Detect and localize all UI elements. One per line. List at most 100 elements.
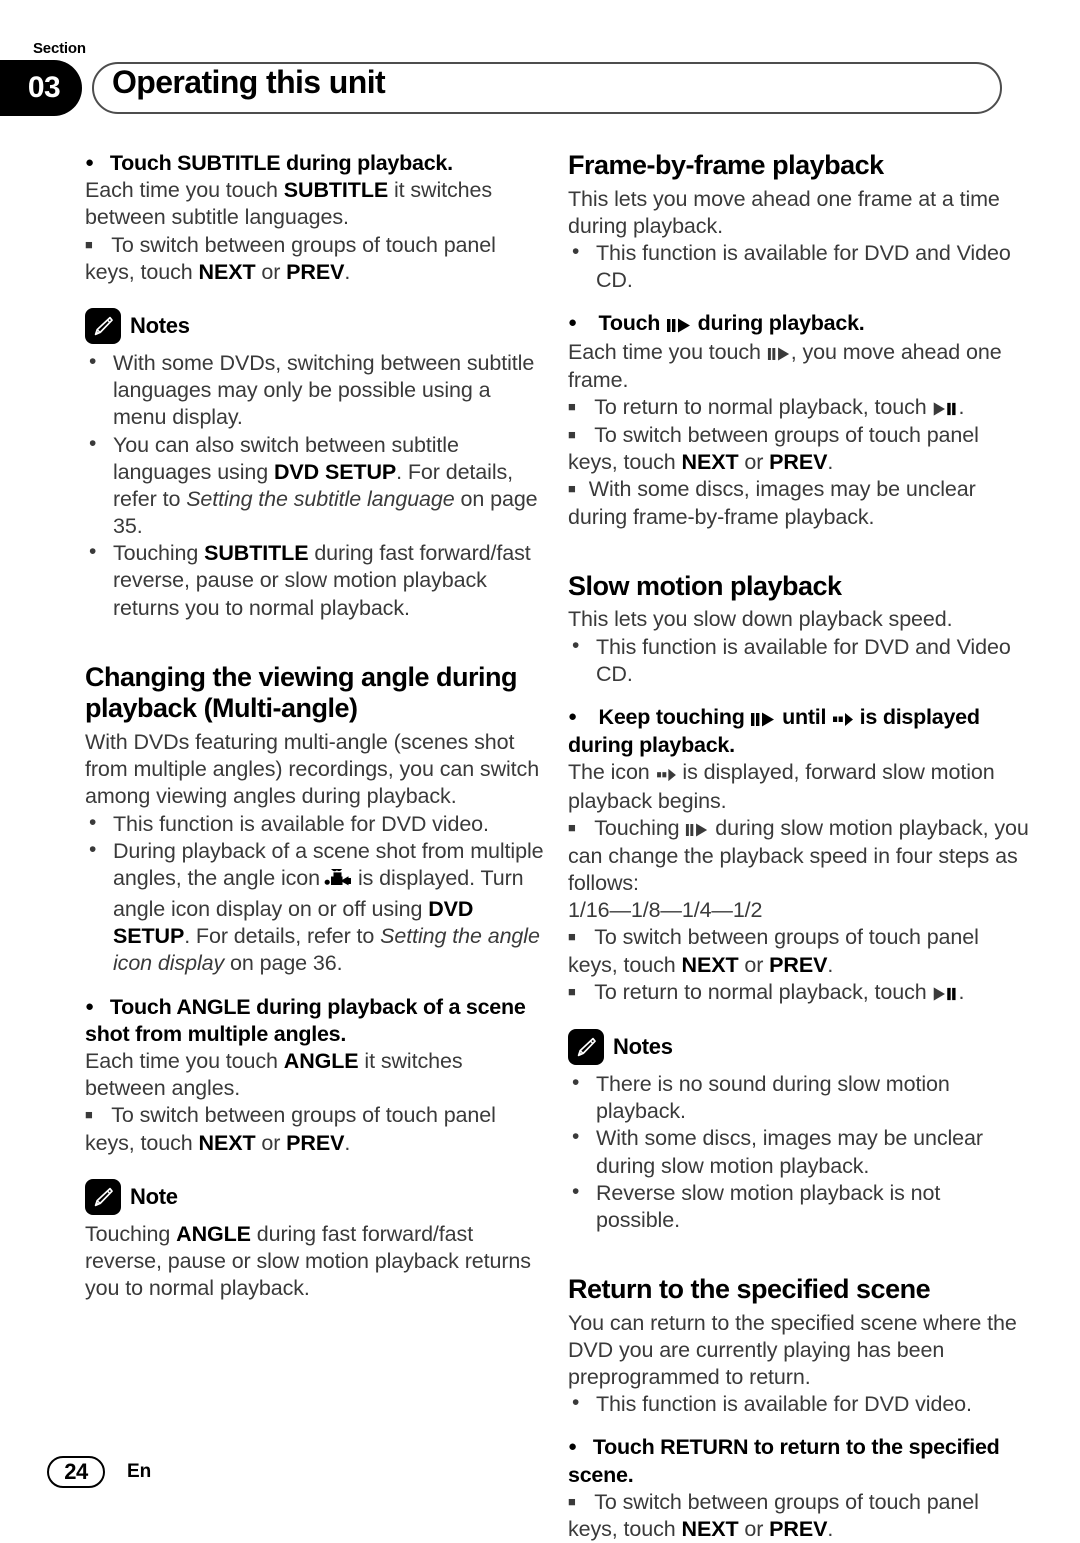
list-item: This function is available for DVD video… (568, 1390, 1030, 1418)
left-column: Touch SUBTITLE during playback. Each tim… (85, 150, 547, 1302)
slow-body: The icon is displayed, forward slow moti… (568, 759, 1030, 814)
slow-return-text: To return to normal playback, touch (594, 979, 927, 1004)
slow-speed-text-a: Touching (594, 815, 680, 840)
list-item: With some DVDs, switching between subtit… (85, 349, 547, 432)
pencil-icon (85, 307, 121, 344)
angle-bullets: This function is available for DVD video… (85, 810, 547, 978)
section-number: 03 (27, 71, 61, 104)
frame-action-heading: Touch during playback. (568, 310, 1030, 338)
next-key: NEXT (198, 259, 256, 284)
prev-key: PREV (769, 952, 828, 977)
page-footer: 24 En (47, 1456, 151, 1488)
frame-switch-note: To switch between groups of touch panel … (568, 422, 1030, 476)
subtitle-switch-note: To switch between groups of touch panel … (85, 232, 547, 286)
angle-keyword: ANGLE (283, 1049, 359, 1074)
or-text: or (255, 1130, 287, 1155)
pause-play-icon (750, 705, 776, 732)
notes-label: Notes (613, 1034, 673, 1060)
pencil-icon (85, 1178, 121, 1215)
slow-speed-values: 1/16—1/8—1/4—1/2 (568, 898, 763, 923)
frame-return-text: To return to normal playback, touch (594, 394, 927, 419)
frame-body-text-a: Each time you touch (568, 339, 761, 364)
pencil-icon (568, 1029, 604, 1066)
subtitle-body: Each time you touch SUBTITLE it switches… (85, 177, 547, 231)
frame-action-text-a: Touch (598, 311, 661, 336)
slow-return-note: To return to normal playback, touch . (568, 979, 1030, 1007)
return-intro: You can return to the specified scene wh… (568, 1310, 1017, 1390)
subtitle-keyword: SUBTITLE (283, 178, 389, 203)
notes-label: Notes (130, 312, 190, 338)
return-switch-note: To switch between groups of touch panel … (568, 1489, 1030, 1543)
slow-switch-note: To switch between groups of touch panel … (568, 924, 1030, 978)
list-item: This function is available for DVD video… (85, 810, 547, 838)
or-text: or (738, 952, 770, 977)
section-label: Section (33, 40, 86, 57)
slow-forward-icon (656, 760, 677, 787)
slow-section-heading: Slow motion playback (568, 570, 842, 601)
frame-action-text-b: during playback. (697, 311, 865, 336)
return-bullets: This function is available for DVD video… (568, 1390, 1030, 1418)
next-key: NEXT (681, 450, 739, 475)
slow-notes-list: There is no sound during slow motion pla… (568, 1070, 1030, 1234)
note-label: Note (130, 1183, 178, 1209)
note-badge: Note (85, 1178, 547, 1215)
slow-action-text-a: Keep touching (598, 704, 745, 729)
or-text: or (738, 1517, 770, 1542)
next-key: NEXT (198, 1130, 256, 1155)
frame-return-note: To return to normal playback, touch . (568, 394, 1030, 422)
page-title: Operating this unit (112, 64, 386, 100)
angle-keyword: ANGLE (176, 1221, 251, 1246)
list-item: This function is available for DVD and V… (568, 633, 1030, 688)
page-number: 24 (64, 1459, 88, 1484)
angle-action-heading: Touch ANGLE during playback of a scene s… (85, 994, 547, 1048)
prev-key: PREV (286, 1130, 345, 1155)
frame-bullets: This function is available for DVD and V… (568, 239, 1030, 294)
movie-camera-icon (324, 862, 354, 896)
slow-forward-icon (832, 705, 854, 732)
notes-badge: Notes (85, 307, 547, 344)
angle-note-text: Touching ANGLE during fast forward/fast … (85, 1221, 531, 1301)
slow-action-heading: Keep touching until is displayed during … (568, 704, 1030, 759)
play-pause-icon (932, 980, 958, 1007)
list-item: This function is available for DVD and V… (568, 239, 1030, 294)
slow-action-text-b: until (782, 704, 827, 729)
angle-switch-note: To switch between groups of touch panel … (85, 1102, 547, 1156)
section-number-tab: 03 (0, 60, 82, 116)
prev-key: PREV (769, 450, 828, 475)
frame-return-period: . (958, 394, 965, 419)
return-action-heading: Touch RETURN to return to the specified … (568, 1434, 1030, 1488)
list-item: Touching SUBTITLE during fast forward/fa… (85, 539, 547, 622)
list-item: During playback of a scene shot from mul… (85, 837, 547, 978)
slow-body-text-a: The icon (568, 760, 650, 785)
next-key: NEXT (681, 952, 739, 977)
angle-body: Each time you touch ANGLE it switches be… (85, 1048, 547, 1102)
subtitle-body-part1: Each time you touch (85, 178, 284, 203)
subtitle-notes-list: With some DVDs, switching between subtit… (85, 349, 547, 622)
list-item: Reverse slow motion playback is not poss… (568, 1179, 1030, 1234)
subtitle-action-heading: Touch SUBTITLE during playback. (85, 150, 547, 177)
angle-intro: With DVDs featuring multi-angle (scenes … (85, 729, 540, 809)
return-section-heading: Return to the specified scene (568, 1274, 931, 1305)
pause-play-icon (767, 340, 791, 367)
frame-unclear-note: With some discs, images may be unclear d… (568, 476, 1030, 530)
right-column: Frame-by-frame playback This lets you mo… (568, 150, 1030, 1543)
slow-notes-badge: Notes (568, 1029, 1030, 1066)
slow-bullets: This function is available for DVD and V… (568, 633, 1030, 688)
next-key: NEXT (681, 1517, 739, 1542)
page-header: Section 03 Operating this unit (0, 0, 1080, 140)
or-text: or (255, 259, 287, 284)
prev-key: PREV (286, 259, 345, 284)
slow-intro: This lets you slow down playback speed. (568, 607, 953, 632)
pause-play-icon (685, 816, 709, 843)
or-text: or (738, 450, 770, 475)
angle-section-heading: Changing the viewing angle during playba… (85, 661, 518, 724)
frame-section-heading: Frame-by-frame playback (568, 150, 884, 180)
pause-play-icon (666, 311, 692, 338)
prev-key: PREV (769, 1517, 828, 1542)
angle-body-part1: Each time you touch (85, 1049, 284, 1074)
list-item: There is no sound during slow motion pla… (568, 1070, 1030, 1125)
page-language: En (127, 1461, 152, 1482)
slow-speed-note: Touching during slow motion playback, yo… (568, 815, 1030, 898)
frame-body: Each time you touch , you move ahead one… (568, 339, 1030, 394)
list-item: You can also switch between subtitle lan… (85, 431, 547, 541)
